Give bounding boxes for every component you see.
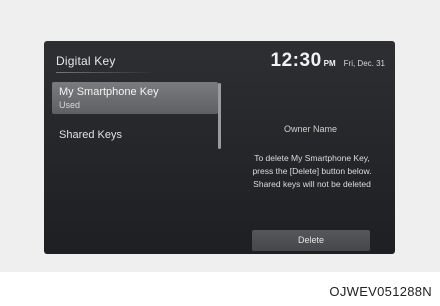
key-list: My Smartphone Key Used Shared Keys	[52, 82, 222, 254]
instruction-line: To delete My Smartphone Key,	[254, 153, 370, 163]
clock: 12:30 PM Fri, Dec. 31	[271, 50, 385, 72]
clock-time: 12:30	[270, 50, 322, 71]
page-title: Digital Key	[56, 54, 116, 68]
list-scrollbar[interactable]	[218, 83, 221, 149]
status-bar: Digital Key 12:30 PM Fri, Dec. 31	[44, 41, 395, 79]
sidebar-item-shared-keys[interactable]: Shared Keys	[52, 126, 218, 146]
owner-name: Owner Name	[283, 124, 337, 134]
sidebar-item-label: My Smartphone Key	[59, 86, 159, 98]
figure-code: OJWEV051288N	[329, 284, 432, 299]
title-underline	[56, 72, 156, 73]
delete-button[interactable]: Delete	[252, 230, 370, 251]
instruction-line: Shared keys will not be deleted	[253, 179, 371, 189]
delete-instructions: To delete My Smartphone Key, press the […	[232, 152, 392, 191]
clock-ampm: PM	[323, 59, 336, 68]
sidebar-item-label: Shared Keys	[59, 129, 122, 141]
infotainment-screen: Digital Key 12:30 PM Fri, Dec. 31 My Smart…	[44, 41, 395, 254]
device-bezel: Digital Key 12:30 PM Fri, Dec. 31 My Smart…	[0, 0, 440, 272]
sidebar-item-my-smartphone-key[interactable]: My Smartphone Key Used	[52, 82, 218, 114]
sidebar-item-status: Used	[59, 100, 81, 110]
instruction-line: press the [Delete] button below.	[252, 166, 372, 176]
clock-date: Fri, Dec. 31	[343, 59, 385, 68]
detail-panel: Owner Name To delete My Smartphone Key, …	[226, 82, 395, 254]
